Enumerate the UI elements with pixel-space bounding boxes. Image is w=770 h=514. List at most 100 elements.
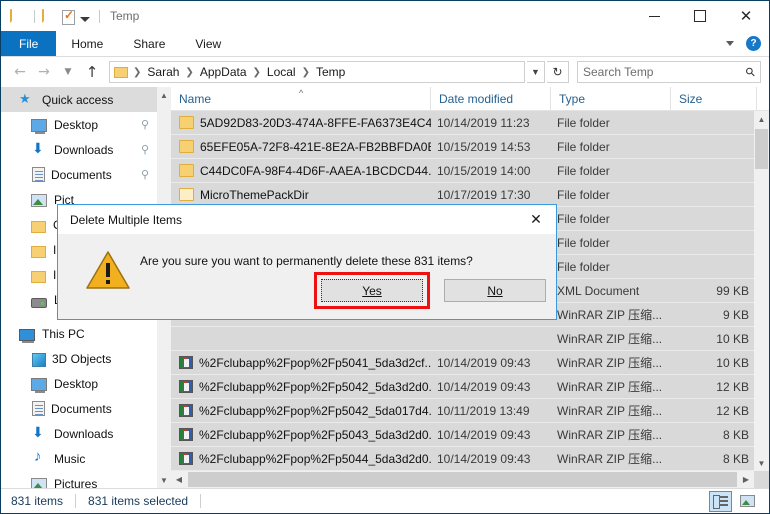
new-folder-icon[interactable] [42,8,59,25]
up-button[interactable]: ↑ [81,61,103,83]
file-list-vertical-scrollbar[interactable]: ▲ ▼ [754,111,769,471]
refresh-button[interactable]: ↻ [547,61,569,83]
close-icon[interactable]: ✕ [516,205,556,234]
cell-date: 10/15/2019 14:00 [437,163,531,178]
breadcrumb-item-local[interactable]: Local [264,65,299,79]
sidebar-item-desktop-pc[interactable]: Desktop [1,371,157,396]
tab-home[interactable]: Home [56,31,118,56]
pin-icon[interactable]: ⚲ [141,168,149,181]
column-header-type[interactable]: Type [551,87,671,111]
table-row[interactable]: 5AD92D83-20D3-474A-8FFE-FA6373E4C493 10/… [171,111,769,135]
cell-date: 10/14/2019 09:43 [437,451,531,466]
sidebar-item-quick-access[interactable]: Quick access [1,87,157,112]
cell-date: 10/14/2019 09:43 [437,355,531,370]
scroll-thumb[interactable] [188,472,737,487]
dialog-buttons: Yes No [314,272,546,309]
pin-icon[interactable]: ⚲ [141,143,149,156]
cell-size: 9 KB [722,307,749,322]
breadcrumb-item-appdata[interactable]: AppData [197,65,250,79]
breadcrumb[interactable]: ❯ Sarah ❯ AppData ❯ Local ❯ Temp [109,61,525,83]
pc-icon [19,328,35,343]
table-row[interactable]: %2Fclubapp%2Fpop%2Fp5041_5da3d2cf... 10/… [171,351,769,375]
sidebar-item-downloads[interactable]: Downloads ⚲ [1,137,157,162]
close-button[interactable]: ✕ [723,1,769,31]
table-row[interactable]: %2Fclubapp%2Fpop%2Fp5042_5da3d2d0... 10/… [171,375,769,399]
documents-icon [32,401,45,416]
table-row[interactable]: %2Fclubapp%2Fpop%2Fp5044_5da3d2d0... 10/… [171,447,769,471]
cell-size: 99 KB [716,283,749,298]
forward-button[interactable]: → [33,61,55,83]
dialog-title-bar: Delete Multiple Items ✕ [58,205,556,234]
tab-file[interactable]: File [1,31,57,56]
minimize-button[interactable] [631,1,677,31]
maximize-button[interactable] [677,1,723,31]
sidebar-item-desktop[interactable]: Desktop ⚲ [1,112,157,137]
large-icons-view-button[interactable] [736,491,759,512]
sidebar-item-documents[interactable]: Documents ⚲ [1,162,157,187]
cell-name: %2Fclubapp%2Fpop%2Fp5041_5da3d2cf... [171,356,431,370]
sidebar-item-label: Downloads [54,142,114,157]
cell-size: 12 KB [716,379,749,394]
sidebar-item-label: This PC [42,326,85,341]
table-row[interactable]: 65EFE05A-72F8-421E-8E2A-FB2BBFDA0B8D 10/… [171,135,769,159]
file-list-horizontal-scrollbar[interactable]: ◀ ▶ [171,471,754,488]
pin-icon[interactable]: ⚲ [141,118,149,131]
back-button[interactable]: ← [9,61,31,83]
column-header-date-modified[interactable]: Date modified [431,87,551,111]
column-headers: Name ^ Date modified Type Size [171,87,769,111]
cell-name: MicroThemePackDir [171,188,431,202]
cell-date: 10/11/2019 13:49 [437,403,530,418]
customize-quick-access-caret-icon[interactable] [80,16,90,22]
tab-view[interactable]: View [180,31,236,56]
sidebar-item-pictures-pc[interactable]: Pictures [1,471,157,488]
expand-ribbon-icon[interactable] [726,41,734,46]
folder-icon [179,164,194,177]
ribbon-tab-bar: File Home Share View ? [1,31,769,57]
help-icon[interactable]: ? [746,36,761,51]
properties-icon[interactable] [62,8,75,25]
scroll-up-icon[interactable]: ▲ [754,111,769,127]
sidebar-item-documents-pc[interactable]: Documents [1,396,157,421]
sidebar-item-3d-objects[interactable]: 3D Objects [1,346,157,371]
cell-size: 12 KB [716,403,749,418]
sidebar-item-label: Music [54,451,86,466]
scroll-down-icon[interactable]: ▼ [754,455,769,471]
scroll-left-icon[interactable]: ◀ [171,471,187,488]
no-button[interactable]: No [444,279,546,302]
cell-date: 10/14/2019 11:23 [437,115,530,130]
scroll-up-icon[interactable]: ▲ [157,87,171,103]
folder-icon [31,245,46,258]
sidebar-item-this-pc[interactable]: This PC [1,321,157,346]
breadcrumb-item-sarah[interactable]: Sarah [144,65,182,79]
large-icons-view-icon [740,495,755,507]
search-input[interactable]: Search Temp [583,65,746,79]
zip-icon [179,356,193,369]
cell-type: File folder [557,115,610,130]
breadcrumb-separator: ❯ [185,66,194,78]
details-view-button[interactable] [709,490,732,512]
table-row[interactable]: %2Fclubapp%2Fpop%2Fp5043_5da3d2d0... 10/… [171,423,769,447]
zip-icon [179,428,193,441]
divider [75,494,77,508]
music-icon [31,448,47,467]
table-row[interactable]: %2Fclubapp%2Fpop%2Fp5042_5da017d4... 10/… [171,399,769,423]
downloads-icon [31,140,47,158]
table-row[interactable]: C44DC0FA-98F4-4D6F-AAEA-1BCDCD44... 10/1… [171,159,769,183]
recent-locations-button[interactable]: ▼ [57,61,79,83]
tab-share[interactable]: Share [118,31,180,56]
sidebar-item-downloads-pc[interactable]: Downloads [1,421,157,446]
yes-button[interactable]: Yes [321,279,423,302]
address-dropdown-button[interactable]: ▼ [527,61,545,83]
column-header-name[interactable]: Name ^ [171,87,431,111]
title-bar: Temp ✕ [1,1,769,31]
breadcrumb-item-temp[interactable]: Temp [313,65,348,79]
scroll-down-icon[interactable]: ▼ [157,472,171,488]
search-box[interactable]: Search Temp ⚲ [577,61,761,83]
downloads-icon [31,424,47,442]
scroll-right-icon[interactable]: ▶ [738,471,754,488]
sidebar-item-music[interactable]: Music [1,446,157,471]
column-header-size[interactable]: Size [671,87,757,111]
ribbon-right-controls: ? [726,31,769,56]
table-row[interactable]: WinRAR ZIP 压缩... 10 KB [171,327,769,351]
scroll-thumb[interactable] [755,129,768,169]
